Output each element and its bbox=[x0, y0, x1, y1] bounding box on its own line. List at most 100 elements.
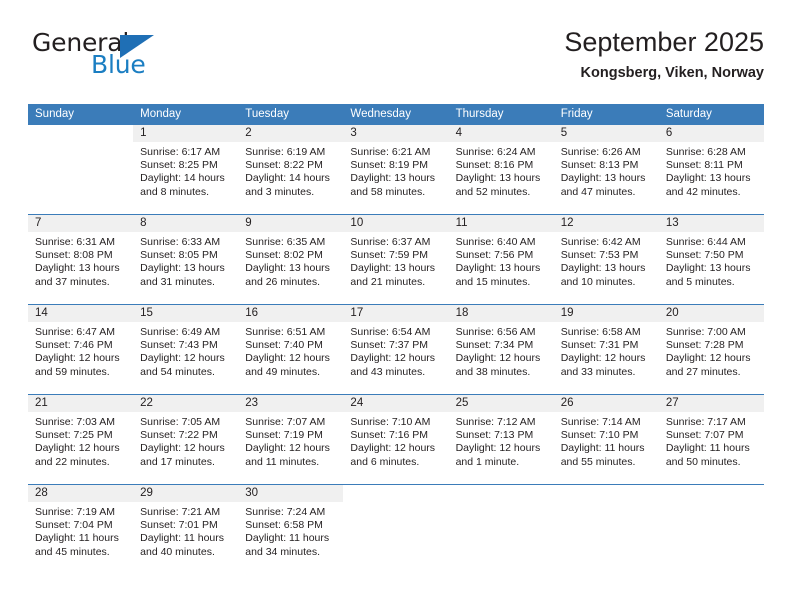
calendar-day-cell[interactable]: 6 Sunrise: 6:28 AM Sunset: 8:11 PM Daylight… bbox=[658, 125, 764, 214]
calendar-day-cell[interactable]: 5 Sunrise: 6:26 AM Sunset: 8:13 PM Daylight… bbox=[553, 125, 659, 214]
daylight-text-line2: and 31 minutes. bbox=[140, 275, 215, 288]
day-number-band: 28 bbox=[28, 485, 134, 502]
sunset-text: Sunset: 8:25 PM bbox=[140, 159, 218, 172]
sunrise-text: Sunrise: 7:19 AM bbox=[35, 506, 115, 518]
calendar-day-cell[interactable]: 11 Sunrise: 6:40 AM Sunset: 7:56 PM Dayligh… bbox=[448, 215, 554, 304]
calendar-day-cell[interactable]: 21 Sunrise: 7:03 AM Sunset: 7:25 PM Dayligh… bbox=[28, 395, 134, 484]
general-blue-logo[interactable]: General Blue bbox=[32, 30, 182, 86]
daylight-text-line2: and 40 minutes. bbox=[140, 545, 215, 558]
sunrise-text: Sunrise: 6:19 AM bbox=[245, 146, 326, 158]
day-details: Sunrise: 6:49 AM Sunset: 7:43 PM Daylight:… bbox=[133, 322, 238, 379]
sunrise-text: Sunrise: 6:17 AM bbox=[140, 146, 221, 158]
calendar-week-cells: 1 Sunrise: 6:17 AM Sunset: 8:25 PM Daylight… bbox=[28, 125, 764, 214]
calendar-day-cell[interactable]: 10 Sunrise: 6:37 AM Sunset: 7:59 PM Dayligh… bbox=[343, 215, 449, 304]
sunset-text: Sunset: 7:13 PM bbox=[455, 429, 534, 442]
daylight-text-line2: and 55 minutes. bbox=[560, 455, 636, 468]
sunrise-text: Sunrise: 6:28 AM bbox=[665, 146, 746, 158]
daylight-text-line1: Daylight: 13 hours bbox=[35, 262, 120, 275]
calendar-week-row: 14 Sunrise: 6:47 AM Sunset: 7:46 PM Dayligh… bbox=[28, 304, 764, 394]
calendar-day-cell[interactable]: 18 Sunrise: 6:56 AM Sunset: 7:34 PM Dayligh… bbox=[448, 305, 554, 394]
daylight-text-line2: and 17 minutes. bbox=[140, 455, 215, 468]
calendar-day-cell[interactable]: 30 Sunrise: 7:24 AM Sunset: 6:58 PM Dayligh… bbox=[238, 485, 344, 574]
page-title: September 2025 bbox=[564, 27, 764, 57]
day-details: Sunrise: 7:07 AM Sunset: 7:19 PM Daylight:… bbox=[238, 412, 343, 469]
calendar-day-cell[interactable]: 23 Sunrise: 7:07 AM Sunset: 7:19 PM Dayligh… bbox=[238, 395, 344, 484]
sunset-text: Sunset: 7:28 PM bbox=[665, 339, 744, 352]
logo-text-blue: Blue bbox=[91, 50, 146, 79]
calendar-day-cell[interactable]: 22 Sunrise: 7:05 AM Sunset: 7:22 PM Dayligh… bbox=[133, 395, 239, 484]
daylight-text-line1: Daylight: 11 hours bbox=[665, 442, 750, 455]
sunrise-text: Sunrise: 7:21 AM bbox=[140, 506, 221, 518]
sunrise-text: Sunrise: 7:10 AM bbox=[350, 416, 431, 428]
calendar-day-cell[interactable]: 13 Sunrise: 6:44 AM Sunset: 7:50 PM Dayligh… bbox=[658, 215, 764, 304]
sunset-text: Sunset: 8:08 PM bbox=[35, 249, 113, 262]
daylight-text-line2: and 52 minutes. bbox=[455, 185, 531, 198]
calendar-day-cell-empty bbox=[658, 485, 764, 574]
calendar-day-cell[interactable]: 12 Sunrise: 6:42 AM Sunset: 7:53 PM Dayligh… bbox=[553, 215, 659, 304]
daylight-text-line2: and 50 minutes. bbox=[665, 455, 741, 468]
weekday-header-sunday: Sunday bbox=[35, 108, 75, 120]
weekday-header-friday: Friday bbox=[560, 108, 593, 120]
calendar-week-cells: 14 Sunrise: 6:47 AM Sunset: 7:46 PM Dayligh… bbox=[28, 305, 764, 394]
day-number-band bbox=[343, 485, 449, 502]
day-details: Sunrise: 7:19 AM Sunset: 7:04 PM Daylight:… bbox=[28, 502, 133, 559]
daylight-text-line1: Daylight: 12 hours bbox=[35, 442, 120, 455]
day-number-band: 20 bbox=[658, 305, 764, 322]
day-number: 10 bbox=[350, 217, 364, 229]
calendar-day-cell[interactable]: 29 Sunrise: 7:21 AM Sunset: 7:01 PM Dayligh… bbox=[133, 485, 239, 574]
daylight-text-line1: Daylight: 13 hours bbox=[560, 262, 646, 275]
calendar-week-row: 21 Sunrise: 7:03 AM Sunset: 7:25 PM Dayligh… bbox=[28, 394, 764, 484]
day-number: 29 bbox=[140, 487, 153, 499]
calendar-day-cell-empty bbox=[553, 485, 659, 574]
daylight-text-line2: and 45 minutes. bbox=[35, 545, 110, 558]
day-details: Sunrise: 7:00 AM Sunset: 7:28 PM Daylight:… bbox=[659, 322, 764, 379]
day-number: 19 bbox=[560, 307, 574, 319]
daylight-text-line2: and 22 minutes. bbox=[35, 455, 110, 468]
sunrise-text: Sunrise: 6:40 AM bbox=[455, 236, 536, 248]
day-details: Sunrise: 6:26 AM Sunset: 8:13 PM Daylight:… bbox=[554, 142, 659, 199]
calendar-day-cell[interactable]: 15 Sunrise: 6:49 AM Sunset: 7:43 PM Dayligh… bbox=[133, 305, 239, 394]
day-details: Sunrise: 6:33 AM Sunset: 8:05 PM Daylight:… bbox=[133, 232, 238, 289]
day-number: 12 bbox=[560, 217, 574, 229]
calendar-day-cell[interactable]: 28 Sunrise: 7:19 AM Sunset: 7:04 PM Dayligh… bbox=[28, 485, 134, 574]
calendar-day-cell[interactable]: 20 Sunrise: 7:00 AM Sunset: 7:28 PM Dayligh… bbox=[658, 305, 764, 394]
calendar-day-cell[interactable]: 7 Sunrise: 6:31 AM Sunset: 8:08 PM Daylight… bbox=[28, 215, 134, 304]
calendar-day-cell[interactable]: 4 Sunrise: 6:24 AM Sunset: 8:16 PM Daylight… bbox=[448, 125, 554, 214]
sunrise-text: Sunrise: 7:03 AM bbox=[35, 416, 115, 428]
day-details: Sunrise: 6:31 AM Sunset: 8:08 PM Daylight:… bbox=[28, 232, 133, 289]
calendar-day-cell[interactable]: 27 Sunrise: 7:17 AM Sunset: 7:07 PM Dayligh… bbox=[658, 395, 764, 484]
title-block: September 2025 Kongsberg, Viken, Norway bbox=[564, 26, 764, 82]
daylight-text-line1: Daylight: 13 hours bbox=[455, 262, 541, 275]
calendar-day-cell[interactable]: 14 Sunrise: 6:47 AM Sunset: 7:46 PM Dayligh… bbox=[28, 305, 134, 394]
calendar-day-cell[interactable]: 1 Sunrise: 6:17 AM Sunset: 8:25 PM Daylight… bbox=[133, 125, 239, 214]
weekday-header-saturday: Saturday bbox=[665, 108, 712, 120]
daylight-text-line1: Daylight: 13 hours bbox=[245, 262, 330, 275]
calendar-day-cell[interactable]: 3 Sunrise: 6:21 AM Sunset: 8:19 PM Daylight… bbox=[343, 125, 449, 214]
sunrise-text: Sunrise: 6:42 AM bbox=[560, 236, 641, 248]
calendar-day-cell[interactable]: 19 Sunrise: 6:58 AM Sunset: 7:31 PM Dayligh… bbox=[553, 305, 659, 394]
calendar-day-cell-empty bbox=[448, 485, 554, 574]
day-number-band: 11 bbox=[448, 215, 554, 232]
day-details bbox=[28, 142, 133, 146]
calendar-day-cell[interactable]: 17 Sunrise: 6:54 AM Sunset: 7:37 PM Dayligh… bbox=[343, 305, 449, 394]
day-details: Sunrise: 6:54 AM Sunset: 7:37 PM Daylight:… bbox=[343, 322, 448, 379]
sunset-text: Sunset: 8:02 PM bbox=[245, 249, 323, 262]
daylight-text-line1: Daylight: 12 hours bbox=[455, 442, 541, 455]
day-details: Sunrise: 6:28 AM Sunset: 8:11 PM Daylight:… bbox=[659, 142, 764, 199]
daylight-text-line2: and 34 minutes. bbox=[245, 545, 320, 558]
calendar-day-cell[interactable]: 2 Sunrise: 6:19 AM Sunset: 8:22 PM Daylight… bbox=[238, 125, 344, 214]
calendar-day-cell[interactable]: 24 Sunrise: 7:10 AM Sunset: 7:16 PM Dayligh… bbox=[343, 395, 449, 484]
sunrise-text: Sunrise: 7:24 AM bbox=[245, 506, 326, 518]
day-number: 16 bbox=[245, 307, 259, 319]
calendar-day-cell[interactable]: 9 Sunrise: 6:35 AM Sunset: 8:02 PM Daylight… bbox=[238, 215, 344, 304]
calendar-day-cell[interactable]: 16 Sunrise: 6:51 AM Sunset: 7:40 PM Dayligh… bbox=[238, 305, 344, 394]
calendar-day-cell-empty bbox=[343, 485, 449, 574]
sunrise-text: Sunrise: 6:47 AM bbox=[35, 326, 115, 338]
calendar-day-cell[interactable]: 8 Sunrise: 6:33 AM Sunset: 8:05 PM Daylight… bbox=[133, 215, 239, 304]
calendar-day-cell[interactable]: 26 Sunrise: 7:14 AM Sunset: 7:10 PM Dayligh… bbox=[553, 395, 659, 484]
day-details: Sunrise: 7:21 AM Sunset: 7:01 PM Daylight:… bbox=[133, 502, 238, 559]
calendar-day-cell[interactable]: 25 Sunrise: 7:12 AM Sunset: 7:13 PM Dayligh… bbox=[448, 395, 554, 484]
sunset-text: Sunset: 7:56 PM bbox=[455, 249, 534, 262]
daylight-text-line2: and 26 minutes. bbox=[245, 275, 320, 288]
calendar-grid: Sunday Monday Tuesday Wednesday Thursday… bbox=[28, 104, 764, 574]
